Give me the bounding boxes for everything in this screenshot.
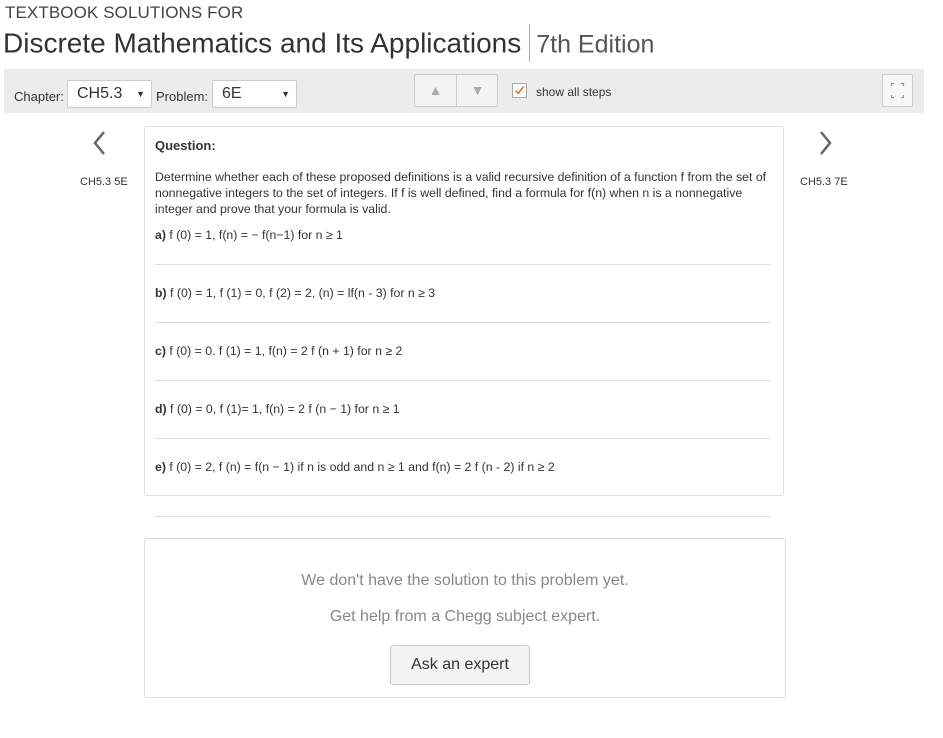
divider (155, 438, 771, 439)
no-solution-message: We don't have the solution to this probl… (301, 572, 629, 589)
chapter-select-value: CH5.3 (77, 85, 123, 102)
next-problem-button[interactable] (815, 129, 835, 162)
prev-problem-button[interactable] (90, 129, 110, 162)
question-panel: Question: Determine whether each of thes… (144, 126, 784, 496)
chevron-down-icon: ▼ (281, 89, 290, 99)
pretitle: TEXTBOOK SOLUTIONS FOR (5, 3, 244, 22)
part-text: f (0) = 0. f (1) = 1, f(n) = 2 f (n + 1)… (169, 344, 403, 358)
part-text: f (0) = 1, f(n) = − f(n−1) for n ≥ 1 (169, 228, 343, 242)
part-label: e) (155, 460, 166, 474)
question-part-a: a) f (0) = 1, f(n) = − f(n−1) for n ≥ 1 (155, 228, 343, 242)
show-steps-checkbox[interactable] (512, 83, 527, 98)
chevron-left-icon (93, 131, 105, 155)
next-problem-label[interactable]: CH5.3 7E (800, 176, 848, 188)
part-label: a) (155, 228, 166, 242)
answer-panel: We don't have the solution to this probl… (144, 538, 786, 698)
chapter-label: Chapter: (14, 89, 64, 104)
fullscreen-button[interactable] (882, 74, 913, 107)
question-part-b: b) f (0) = 1, f (1) = 0, f (2) = 2, (n) … (155, 286, 435, 300)
problem-select[interactable]: 6E ▼ (212, 80, 297, 108)
title-divider (529, 24, 531, 62)
question-part-e: e) f (0) = 2, f (n) = f(n − 1) if n is o… (155, 460, 555, 474)
part-label: c) (155, 344, 166, 358)
part-text: f (0) = 1, f (1) = 0, f (2) = 2, (n) = l… (170, 286, 436, 300)
part-label: d) (155, 402, 167, 416)
part-text: f (0) = 2, f (n) = f(n − 1) if n is odd … (169, 460, 555, 474)
section-divider (155, 516, 771, 517)
ask-expert-button[interactable]: Ask an expert (390, 645, 530, 685)
question-text: Determine whether each of these proposed… (155, 170, 767, 216)
prev-problem-label[interactable]: CH5.3 5E (80, 176, 128, 188)
checkmark-icon (514, 86, 525, 95)
expand-icon (890, 82, 905, 99)
divider (155, 322, 771, 323)
question-part-d: d) f (0) = 0, f (1)= 1, f(n) = 2 f (n − … (155, 402, 400, 416)
problem-select-value: 6E (222, 85, 242, 102)
chevron-down-icon: ▼ (136, 89, 145, 99)
chapter-select[interactable]: CH5.3 ▼ (67, 80, 152, 108)
expert-help-text: Get help from a Chegg subject expert. (329, 608, 601, 625)
down-arrow-button[interactable]: ▼ (457, 82, 498, 98)
step-nav-buttons: ▲ ▼ (414, 74, 498, 107)
chevron-right-icon (820, 131, 832, 155)
part-text: f (0) = 0, f (1)= 1, f(n) = 2 f (n − 1) … (170, 402, 400, 416)
divider (155, 380, 771, 381)
problem-label: Problem: (156, 89, 209, 104)
part-label: b) (155, 286, 167, 300)
show-steps-label[interactable]: show all steps (536, 85, 611, 99)
question-heading: Question: (155, 138, 216, 153)
toolbar: Chapter: CH5.3 ▼ Problem: 6E ▼ ▲ ▼ show … (4, 69, 924, 113)
page-title: Discrete Mathematics and Its Application… (3, 24, 655, 64)
edition-label: 7th Edition (536, 30, 655, 59)
question-part-c: c) f (0) = 0. f (1) = 1, f(n) = 2 f (n +… (155, 344, 402, 358)
book-title: Discrete Mathematics and Its Application… (3, 27, 522, 59)
divider (155, 264, 771, 265)
up-arrow-button[interactable]: ▲ (415, 82, 456, 98)
